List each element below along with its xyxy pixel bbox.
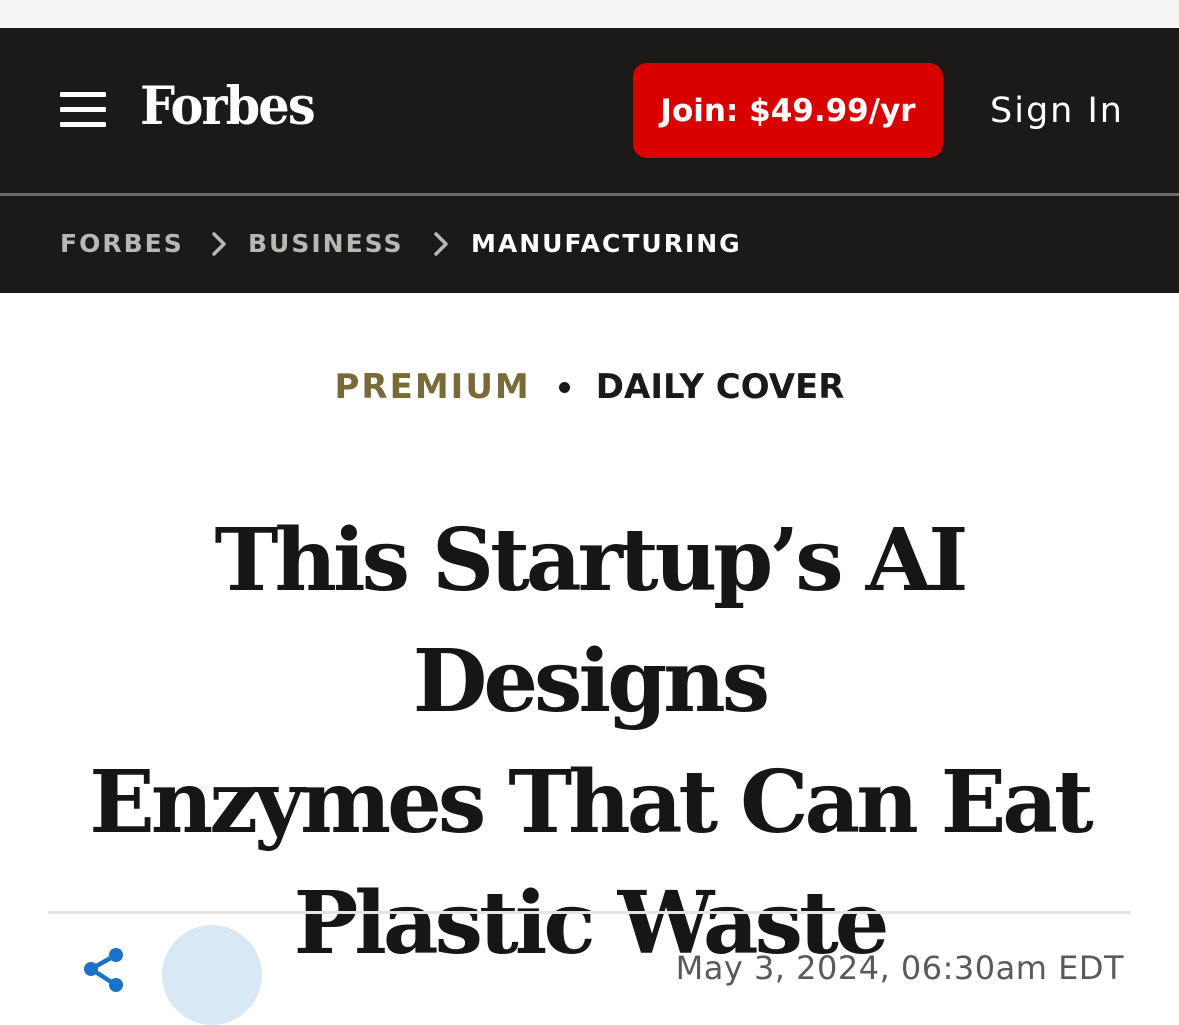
breadcrumb-item-business[interactable]: BUSINESS: [248, 226, 404, 262]
premium-tag[interactable]: PREMIUM: [335, 367, 531, 407]
forbes-logo[interactable]: Forbes: [140, 72, 316, 142]
breadcrumb-item-manufacturing[interactable]: MANUFACTURING: [471, 226, 742, 262]
chevron-right-icon: [212, 232, 226, 256]
daily-cover-tag[interactable]: DAILY COVER: [596, 367, 845, 407]
join-button[interactable]: Join: $49.99/yr: [633, 63, 943, 158]
author-avatar[interactable]: [162, 925, 262, 1025]
site-header: Forbes Join: $49.99/yr Sign In: [0, 28, 1179, 193]
article-tags: PREMIUM DAILY COVER: [0, 362, 1179, 412]
headline-line: This Startup’s AI Designs: [214, 510, 968, 732]
tag-separator-dot: [558, 381, 570, 393]
chevron-right-icon: [434, 232, 448, 256]
share-icon[interactable]: [80, 945, 126, 995]
sign-in-link[interactable]: Sign In: [990, 86, 1124, 136]
byline-divider: [48, 911, 1131, 914]
publish-date: May 3, 2024, 06:30am EDT: [675, 949, 1124, 987]
status-strip: [0, 0, 1179, 28]
headline-line: Enzymes That Can Eat: [89, 752, 1094, 853]
breadcrumb-item-forbes[interactable]: FORBES: [60, 226, 184, 262]
menu-icon[interactable]: [60, 92, 106, 128]
